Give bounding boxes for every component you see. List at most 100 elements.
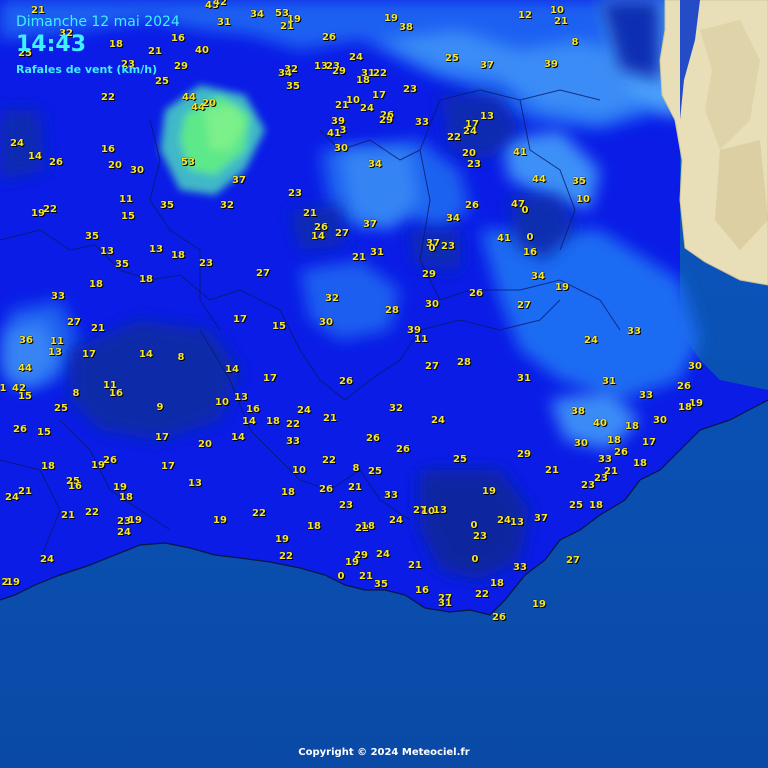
station-gust-value: 22 bbox=[475, 589, 489, 600]
station-gust-value: 0 bbox=[526, 232, 534, 243]
station-gust-value: 17 bbox=[263, 373, 277, 384]
station-gust-value: 27 bbox=[517, 300, 531, 311]
station-gust-value: 25 bbox=[569, 500, 583, 511]
station-gust-value: 26 bbox=[469, 288, 483, 299]
station-gust-value: 21 bbox=[303, 208, 317, 219]
station-gust-value: 34 bbox=[531, 271, 545, 282]
station-gust-value: 33 bbox=[598, 454, 612, 465]
station-gust-value: 17 bbox=[155, 432, 169, 443]
station-gust-value: 14 bbox=[225, 364, 239, 375]
station-gust-value: 30 bbox=[653, 415, 667, 426]
station-gust-value: 22 bbox=[85, 507, 99, 518]
station-gust-value: 16 bbox=[101, 144, 115, 155]
station-gust-value: 29 bbox=[174, 61, 188, 72]
station-gust-value: 8 bbox=[72, 388, 80, 399]
station-gust-value: 24 bbox=[431, 415, 445, 426]
station-gust-value: 24 bbox=[389, 515, 403, 526]
station-gust-value: 8 bbox=[352, 463, 360, 474]
station-gust-value: 21 bbox=[545, 465, 559, 476]
station-gust-value: 0 bbox=[470, 520, 478, 531]
station-gust-value: 25 bbox=[445, 53, 459, 64]
station-gust-value: 16 bbox=[68, 481, 82, 492]
weather-map: 21 43 42 31 34 53 19 21 19 38 12 10 21 8 25 32 18 16 21 40 2… bbox=[0, 0, 768, 768]
station-gust-value: 22 bbox=[252, 508, 266, 519]
station-gust-value: 33 bbox=[627, 326, 641, 337]
station-gust-value: 14 bbox=[139, 349, 153, 360]
station-gust-value: 11 bbox=[119, 194, 133, 205]
station-gust-value: 18 bbox=[171, 250, 185, 261]
station-gust-value: 19 bbox=[532, 599, 546, 610]
station-gust-value: 17 bbox=[372, 90, 386, 101]
station-gust-value: 37 bbox=[363, 219, 377, 230]
station-gust-value: 18 bbox=[678, 402, 692, 413]
station-gust-value: 10 bbox=[215, 397, 229, 408]
station-gust-value: 24 bbox=[360, 103, 374, 114]
station-gust-value: 30 bbox=[130, 165, 144, 176]
station-gust-value: 23 bbox=[199, 258, 213, 269]
station-gust-value: 16 bbox=[246, 404, 260, 415]
station-gust-value: 26 bbox=[614, 447, 628, 458]
station-gust-value: 17 bbox=[82, 349, 96, 360]
station-gust-value: 32 bbox=[325, 293, 339, 304]
station-gust-value: 12 bbox=[518, 10, 532, 21]
map-variable-label: Rafales de vent (km/h) bbox=[16, 63, 158, 76]
station-gust-value: 22 bbox=[373, 68, 387, 79]
station-gust-value: 22 bbox=[447, 132, 461, 143]
station-gust-value: 22 bbox=[322, 455, 336, 466]
station-gust-value: 33 bbox=[513, 562, 527, 573]
station-gust-value: 24 bbox=[497, 515, 511, 526]
station-gust-value: 35 bbox=[115, 259, 129, 270]
station-gust-value: 23 bbox=[594, 473, 608, 484]
station-gust-value: 28 bbox=[457, 357, 471, 368]
station-gust-value: 34 bbox=[446, 213, 460, 224]
station-gust-value: 29 bbox=[379, 115, 393, 126]
station-gust-value: 26 bbox=[396, 444, 410, 455]
station-gust-value: 32 bbox=[220, 200, 234, 211]
station-gust-value: 34 bbox=[368, 159, 382, 170]
station-gust-value: 22 bbox=[279, 551, 293, 562]
station-gust-value: 26 bbox=[49, 157, 63, 168]
station-gust-value: 18 bbox=[307, 521, 321, 532]
station-gust-value: 24 bbox=[10, 138, 24, 149]
station-gust-value: 15 bbox=[121, 211, 135, 222]
station-gust-value: 41 bbox=[513, 147, 527, 158]
station-gust-value: 18 bbox=[361, 521, 375, 532]
copyright: Copyright © 2024 Meteociel.fr bbox=[298, 747, 470, 758]
station-gust-value: 19 bbox=[6, 577, 20, 588]
station-gust-value: 25 bbox=[155, 76, 169, 87]
station-gust-value: 16 bbox=[415, 585, 429, 596]
station-gust-value: 33 bbox=[286, 436, 300, 447]
station-gust-value: 0 bbox=[521, 205, 529, 216]
station-gust-value: 11 bbox=[50, 336, 64, 347]
station-gust-value: 35 bbox=[160, 200, 174, 211]
station-gust-value: 0 bbox=[428, 243, 436, 254]
station-gust-value: 22 bbox=[101, 92, 115, 103]
station-gust-value: 29 bbox=[422, 269, 436, 280]
station-gust-value: 1 bbox=[0, 383, 7, 394]
station-gust-value: 26 bbox=[492, 612, 506, 623]
station-gust-value: 38 bbox=[399, 22, 413, 33]
station-gust-value: 33 bbox=[639, 390, 653, 401]
station-gust-value: 19 bbox=[555, 282, 569, 293]
station-gust-value: 17 bbox=[642, 437, 656, 448]
station-gust-value: 23 bbox=[288, 188, 302, 199]
station-gust-value: 18 bbox=[281, 487, 295, 498]
station-gust-value: 35 bbox=[85, 231, 99, 242]
station-gust-value: 29 bbox=[332, 66, 346, 77]
station-gust-value: 24 bbox=[349, 52, 363, 63]
station-gust-value: 35 bbox=[286, 81, 300, 92]
station-gust-value: 16 bbox=[109, 388, 123, 399]
station-gust-value: 26 bbox=[103, 455, 117, 466]
station-gust-value: 23 bbox=[339, 500, 353, 511]
station-gust-value: 21 bbox=[359, 571, 373, 582]
station-gust-value: 28 bbox=[385, 305, 399, 316]
station-gust-value: 31 bbox=[602, 376, 616, 387]
station-gust-value: 42 bbox=[213, 0, 227, 8]
station-gust-value: 18 bbox=[119, 492, 133, 503]
station-gust-value: 26 bbox=[677, 381, 691, 392]
station-gust-value: 26 bbox=[322, 32, 336, 43]
station-gust-value: 26 bbox=[13, 424, 27, 435]
station-gust-value: 26 bbox=[465, 200, 479, 211]
station-gust-value: 27 bbox=[67, 317, 81, 328]
station-gust-value: 13 bbox=[188, 478, 202, 489]
